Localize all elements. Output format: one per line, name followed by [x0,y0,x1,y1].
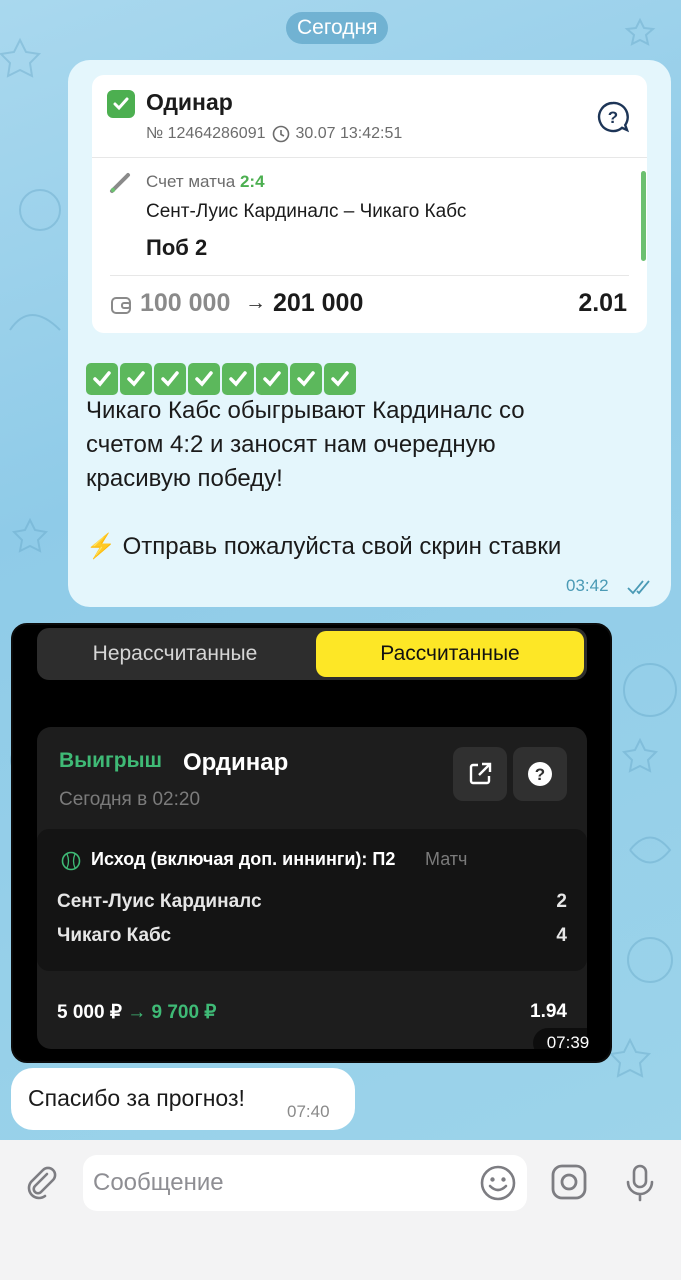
arrow: → [127,1002,147,1023]
share-button [453,747,507,801]
svg-text:?: ? [608,108,618,127]
check-emoji-icon [290,363,322,395]
bet-datetime: 30.07 13:42:51 [295,125,403,142]
check-emoji-icon [188,363,220,395]
message-text: Чикаго Кабс обыгрывают Кардиналс со счет… [86,394,656,564]
message-line-text: Отправь пожалуйста свой скрин ставки [122,533,562,560]
attach-icon[interactable] [23,1164,59,1200]
divider [110,275,629,276]
message-time: 07:40 [287,1102,330,1121]
check-emoji-icon [324,363,356,395]
message-line: красивую победу! [86,465,283,492]
image-time: 07:39 [533,1028,603,1058]
outcome-label: Исход (включая доп. иннинги): П2 [91,849,396,869]
emoji-icon[interactable] [479,1164,517,1202]
read-ticks-icon [627,580,650,595]
status-bar [641,171,646,261]
message-line: Чикаго Кабс обыгрывают Кардиналс со [86,397,525,424]
arrow: → [245,291,266,314]
bet-number: № 12464286091 [146,125,266,142]
coefficient: 1.94 [530,1001,567,1022]
check-emoji-icon [154,363,186,395]
clock-icon [272,125,289,143]
team-score: 2 [556,891,567,912]
svg-text:?: ? [535,765,545,784]
wallet-icon [111,297,131,314]
bet-type-label: Ординар [183,749,289,776]
check-emoji-icon [256,363,288,395]
date-separator: Сегодня [286,12,389,44]
screenshot-image[interactable]: Нерассчитанные Рассчитанные Выигрыш Орди… [11,623,612,1063]
check-emoji-icon [86,363,118,395]
team-score: 4 [556,925,567,946]
match-score: Счет матча 2:4 [146,172,265,192]
check-emoji-icon [222,363,254,395]
bet-history-card: Выигрыш Ординар Сегодня в 02:20 ? Исход … [37,727,587,1049]
help-icon[interactable]: ? [597,101,629,133]
team-name: Сент-Луис Кардиналс [57,891,262,912]
stake-amount: 100 000 [140,289,231,317]
checkmark-emoji-row [86,363,356,395]
help-icon: ? [528,762,552,786]
coefficient: 2.01 [578,289,627,317]
score-value: 2:4 [239,172,265,191]
lightning-icon: ⚡ [86,533,116,560]
microphone-icon[interactable] [622,1163,658,1203]
stake-payout: 5 000 ₽ → 9 700 ₽ [57,1001,216,1024]
check-emoji-icon [120,363,152,395]
result-label: Выигрыш [59,749,163,772]
message-time: 03:42 [566,576,609,595]
info-button: ? [513,747,567,801]
payout: 9 700 ₽ [151,1002,217,1023]
message-line: ⚡ Отправь пожалуйста свой скрин ставки [86,530,656,564]
bet-date: Сегодня в 02:20 [59,789,201,810]
baseball-bat-icon [110,173,130,193]
market-label: Матч [425,849,468,869]
message-line: счетом 4:2 и заносят нам очередную [86,431,496,458]
outcome-block: Исход (включая доп. иннинги): П2 Матч Се… [37,829,587,971]
bet-meta: № 12464286091 30.07 13:42:51 [146,125,402,143]
tab-settled[interactable]: Рассчитанные [316,631,584,677]
match-teams: Сент-Луис Кардиналс – Чикаго Кабс [146,201,467,222]
divider [92,157,647,158]
stake: 5 000 ₽ [57,1002,122,1023]
bet-pick: Поб 2 [146,235,208,260]
baseball-icon [61,851,81,871]
team-name: Чикаго Кабс [57,925,172,946]
payout-amount: 201 000 [273,289,364,317]
camera-icon[interactable] [550,1163,588,1201]
tab-unsettled[interactable]: Нерассчитанные [37,628,313,680]
score-label: Счет матча [146,172,236,191]
share-icon [469,762,492,785]
bet-card[interactable]: Одинар № 12464286091 30.07 13:42:51 ? Сч… [92,75,647,333]
check-badge-icon [107,90,135,118]
message-input[interactable]: Сообщение [83,1155,527,1211]
message-text: Спасибо за прогноз! [28,1085,245,1111]
message-placeholder: Сообщение [93,1169,224,1196]
bet-type-title: Одинар [146,89,233,115]
